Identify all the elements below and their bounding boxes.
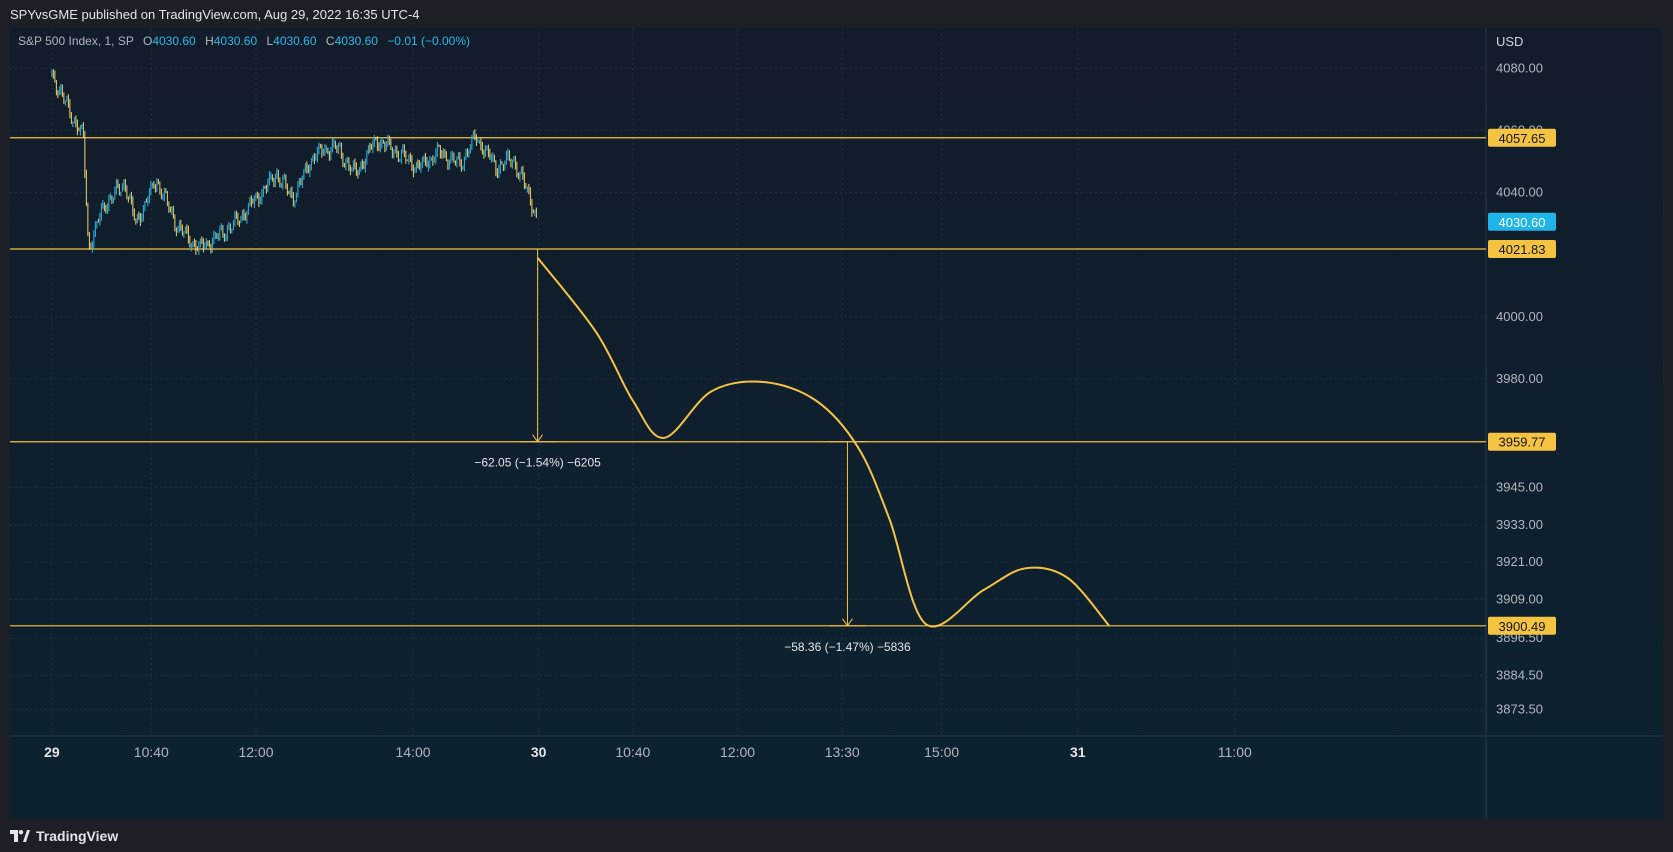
- chart-background: [10, 28, 1663, 818]
- level-badge-label: 3959.77: [1499, 435, 1546, 450]
- price-tick-label: 4040.00: [1496, 185, 1543, 200]
- last-price-label: 4030.60: [1499, 215, 1546, 230]
- price-tick-label: 3884.50: [1496, 667, 1543, 682]
- chart-canvas[interactable]: 4080.004060.004040.004000.003980.003945.…: [10, 28, 1663, 818]
- time-tick-label: 14:00: [395, 744, 430, 760]
- time-tick-label: 11:00: [1218, 744, 1252, 760]
- price-tick-label: 3873.50: [1496, 702, 1543, 717]
- symbol-label: S&P 500 Index, 1, SP: [18, 34, 134, 48]
- currency-label: USD: [1496, 34, 1524, 49]
- level-badge-label: 4021.83: [1499, 242, 1546, 257]
- time-tick-label: 10:40: [615, 744, 650, 760]
- time-tick-label: 15:00: [924, 744, 959, 760]
- time-tick-label: 10:40: [134, 744, 169, 760]
- open-value: 4030.60: [152, 34, 196, 48]
- high-label: H: [205, 34, 214, 48]
- footer: TradingView: [0, 818, 1673, 852]
- published-caption: SPYvsGME published on TradingView.com, A…: [10, 7, 420, 22]
- price-tick-label: 3921.00: [1496, 554, 1543, 569]
- change-value: −0.01 (−0.00%): [387, 34, 471, 48]
- price-tick-label: 3945.00: [1496, 480, 1543, 495]
- measure-label: −62.05 (−1.54%) −6205: [474, 456, 601, 470]
- price-tick-label: 3933.00: [1496, 517, 1543, 532]
- level-badge-label: 3900.49: [1499, 619, 1546, 634]
- low-value: 4030.60: [273, 34, 317, 48]
- tradingview-brand[interactable]: TradingView: [10, 828, 118, 844]
- open-label: O: [142, 34, 153, 48]
- time-tick-label: 31: [1070, 744, 1086, 760]
- time-tick-label: 13:30: [825, 744, 860, 760]
- price-tick-label: 3909.00: [1496, 591, 1543, 606]
- tradingview-logo-icon: [10, 830, 30, 842]
- chart-panel[interactable]: 4080.004060.004040.004000.003980.003945.…: [10, 28, 1663, 818]
- price-tick-label: 3980.00: [1496, 371, 1543, 386]
- price-tick-label: 4080.00: [1496, 60, 1543, 75]
- price-tick-label: 4000.00: [1496, 309, 1543, 324]
- close-value: 4030.60: [334, 34, 378, 48]
- brand-name: TradingView: [36, 828, 119, 844]
- ohlc-legend: S&P 500 Index, 1, SP O4030.60 H4030.60 L…: [18, 34, 470, 48]
- level-badge-label: 4057.65: [1499, 131, 1546, 146]
- high-value: 4030.60: [213, 34, 258, 48]
- time-tick-label: 30: [531, 744, 547, 760]
- time-tick-label: 29: [44, 744, 60, 760]
- time-tick-label: 12:00: [238, 744, 273, 760]
- time-tick-label: 12:00: [720, 744, 755, 760]
- close-label: C: [325, 34, 335, 48]
- top-bar: SPYvsGME published on TradingView.com, A…: [0, 0, 1673, 28]
- measure-label: −58.36 (−1.47%) −5836: [784, 640, 911, 654]
